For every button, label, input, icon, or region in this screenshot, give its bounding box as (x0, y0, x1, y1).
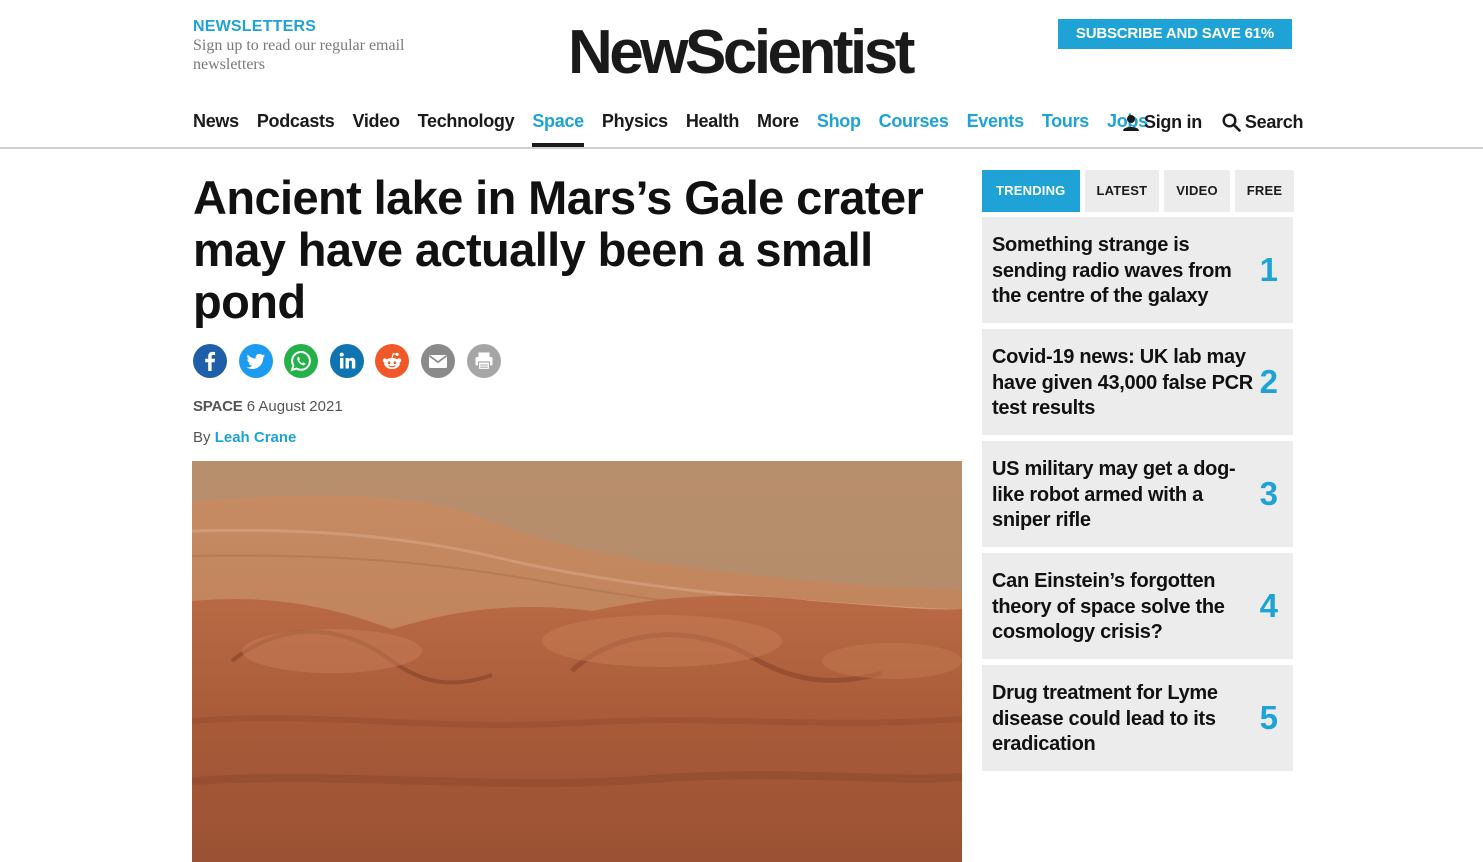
trending-item[interactable]: Something strange is sending radio waves… (982, 217, 1293, 323)
article-date: 6 August 2021 (246, 398, 343, 415)
mars-landscape-image (192, 461, 962, 862)
whatsapp-icon (290, 350, 312, 372)
sign-in-label: Sign in (1144, 112, 1202, 132)
nav-item-space[interactable]: Space (532, 108, 584, 147)
trending-item[interactable]: Covid-19 news: UK lab may have given 43,… (982, 329, 1293, 435)
trending-item[interactable]: Can Einstein’s forgotten theory of space… (982, 553, 1293, 659)
trending-item-title[interactable]: US military may get a dog-like robot arm… (992, 457, 1254, 534)
email-share-button[interactable] (420, 344, 455, 378)
newsletters-title[interactable]: NEWSLETTERS (193, 18, 453, 36)
nav-item-more[interactable]: More (757, 108, 799, 134)
trending-item-title[interactable]: Drug treatment for Lyme disease could le… (992, 681, 1254, 758)
nav-item-tours[interactable]: Tours (1042, 108, 1089, 134)
whatsapp-share-button[interactable] (284, 344, 319, 378)
trending-list: Something strange is sending radio waves… (982, 217, 1293, 771)
trending-item-title[interactable]: Can Einstein’s forgotten theory of space… (992, 569, 1254, 646)
reddit-icon (383, 352, 402, 369)
search-icon (1222, 113, 1241, 132)
nav-item-health[interactable]: Health (686, 108, 740, 134)
subscribe-button[interactable]: SUBSCRIBE AND SAVE 61% (1058, 19, 1292, 49)
nav-item-courses[interactable]: Courses (879, 108, 949, 134)
trending-item-rank: 1 (1259, 251, 1278, 288)
article-meta: SPACE 6 August 2021 (193, 398, 343, 415)
trending-item-rank: 3 (1259, 475, 1278, 512)
user-icon (1123, 114, 1139, 131)
main-nav: News Podcasts Video Technology Space Phy… (193, 108, 1166, 147)
search-label: Search (1244, 112, 1304, 132)
header-divider (0, 147, 1483, 149)
section-label[interactable]: SPACE (193, 398, 243, 415)
tab-free[interactable]: FREE (1234, 170, 1295, 212)
trending-item[interactable]: Drug treatment for Lyme disease could le… (982, 665, 1293, 771)
article-headline: Ancient lake in Mars’s Gale crater may h… (193, 171, 924, 328)
site-header: NEWSLETTERS Sign up to read our regular … (0, 0, 1483, 148)
author-link[interactable]: Leah Crane (215, 429, 297, 446)
newsletters-text: Sign up to read our regular email newsle… (193, 37, 405, 73)
trending-item[interactable]: US military may get a dog-like robot arm… (982, 441, 1293, 547)
account-links: Sign in Search (1122, 112, 1303, 133)
byline-prefix: By (193, 429, 211, 446)
sign-in-link[interactable]: Sign in (1122, 112, 1202, 133)
trending-item-rank: 5 (1259, 699, 1278, 736)
nav-item-physics[interactable]: Physics (602, 108, 668, 134)
tab-video[interactable]: VIDEO (1164, 170, 1230, 212)
nav-item-video[interactable]: Video (352, 108, 399, 134)
sidebar-tabs: TRENDING LATEST VIDEO FREE (982, 170, 1295, 212)
twitter-share-button[interactable] (238, 344, 273, 378)
trending-item-title[interactable]: Something strange is sending radio waves… (992, 233, 1254, 310)
nav-item-shop[interactable]: Shop (817, 108, 861, 134)
reddit-share-button[interactable] (375, 344, 410, 378)
linkedin-share-button[interactable] (329, 344, 364, 378)
email-icon (428, 355, 447, 368)
nav-item-events[interactable]: Events (967, 108, 1025, 134)
print-button[interactable] (466, 344, 501, 378)
share-bar (193, 344, 512, 378)
trending-item-rank: 4 (1259, 587, 1278, 624)
linkedin-icon (339, 352, 356, 369)
trending-item-title[interactable]: Covid-19 news: UK lab may have given 43,… (992, 345, 1254, 422)
twitter-icon (246, 353, 265, 369)
print-icon (475, 352, 493, 371)
facebook-share-button[interactable] (193, 344, 227, 378)
site-logo[interactable]: NewScientist (568, 18, 918, 88)
search-link[interactable]: Search (1222, 112, 1303, 133)
hero-image (192, 461, 962, 862)
nav-item-podcasts[interactable]: Podcasts (257, 108, 335, 134)
tab-trending[interactable]: TRENDING (982, 170, 1080, 212)
newsletters-promo[interactable]: NEWSLETTERS Sign up to read our regular … (193, 18, 453, 74)
facebook-icon (205, 351, 216, 371)
nav-item-news[interactable]: News (193, 108, 239, 134)
byline: By Leah Crane (193, 429, 296, 446)
trending-sidebar: TRENDING LATEST VIDEO FREE Something str… (982, 170, 1295, 777)
trending-item-rank: 2 (1259, 363, 1278, 400)
tab-latest[interactable]: LATEST (1084, 170, 1160, 212)
nav-item-technology[interactable]: Technology (418, 108, 515, 134)
